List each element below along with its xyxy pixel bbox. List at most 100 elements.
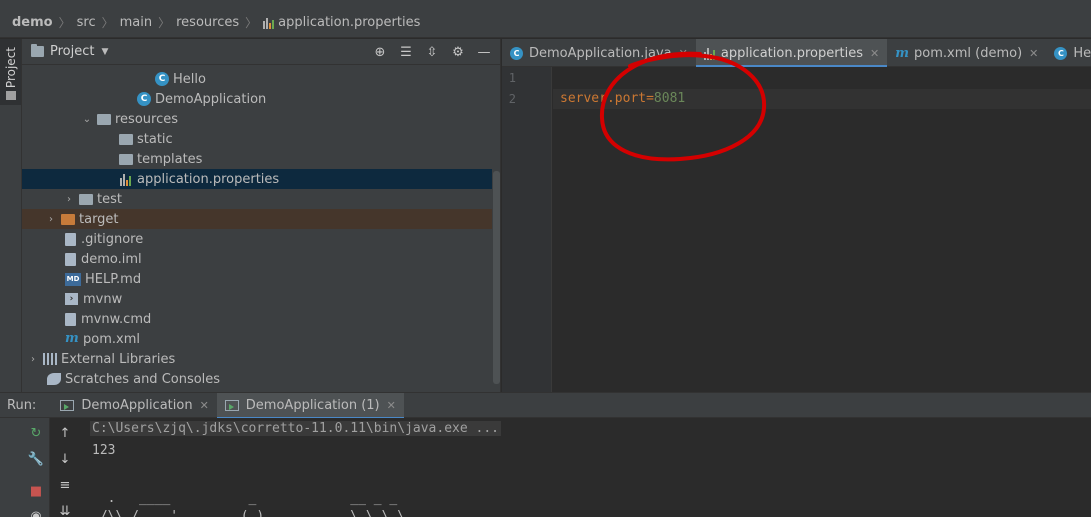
tree-item-label: application.properties <box>137 171 280 187</box>
tree-item-templates[interactable]: templates <box>22 149 492 169</box>
editor-tab-bar: C DemoApplication.java ✕ application.pro… <box>502 39 1091 68</box>
wrench-icon[interactable]: 🔧 <box>26 449 46 469</box>
tree-item-label: DemoApplication <box>155 91 267 107</box>
breadcrumb-item-resources[interactable]: resources <box>176 15 239 30</box>
tree-item-pom-xml[interactable]: m pom.xml <box>22 329 492 349</box>
tab-label: application.properties <box>720 45 864 61</box>
scroll-to-end-icon[interactable]: ⇊ <box>55 501 75 517</box>
run-tab-demoapplication[interactable]: DemoApplication ✕ <box>52 393 216 418</box>
property-value: 8081 <box>653 91 686 106</box>
console-output[interactable]: C:\Users\zjq\.jdks\corretto-11.0.11\bin\… <box>80 418 1091 517</box>
expand-all-icon[interactable]: ☰ <box>396 42 416 62</box>
gear-icon[interactable]: ⚙ <box>448 42 468 62</box>
tree-item-label: static <box>137 131 173 147</box>
gitignore-file-icon <box>65 232 76 246</box>
excluded-folder-icon <box>61 214 75 225</box>
folder-icon <box>119 134 133 145</box>
tree-item-label: demo.iml <box>81 251 142 267</box>
project-view-selector[interactable]: Project <box>50 44 94 59</box>
tab-pom-xml[interactable]: m pom.xml (demo) ✕ <box>887 39 1046 67</box>
tree-item-demo-iml[interactable]: demo.iml <box>22 249 492 269</box>
iml-file-icon <box>65 252 76 266</box>
tree-item-demoapplication[interactable]: C DemoApplication <box>22 89 492 109</box>
tree-item-label: HELP.md <box>85 271 142 287</box>
tree-item-external-libraries[interactable]: › External Libraries <box>22 349 492 369</box>
tree-item-mvnw-cmd[interactable]: mvnw.cmd <box>22 309 492 329</box>
java-class-icon: C <box>1054 46 1068 60</box>
breadcrumb-item-main[interactable]: main <box>120 15 152 30</box>
breadcrumb-item-demo[interactable]: demo <box>12 15 53 30</box>
shell-script-icon: › <box>65 293 78 305</box>
tree-item-application-properties[interactable]: application.properties <box>22 169 492 189</box>
tree-item-label: Hello <box>173 71 206 87</box>
project-panel-toolbar: ⊕ ☰ ⇳ ⚙ — <box>364 39 494 65</box>
cmd-file-icon <box>65 312 76 326</box>
close-icon[interactable]: ✕ <box>387 399 396 412</box>
close-icon[interactable]: ✕ <box>870 47 879 60</box>
breadcrumb-item-src[interactable]: src <box>77 15 96 30</box>
tree-scrollbar[interactable] <box>493 171 500 384</box>
locate-file-icon[interactable]: ⊕ <box>370 42 390 62</box>
tab-application-properties[interactable]: application.properties ✕ <box>695 39 888 68</box>
close-icon[interactable]: ✕ <box>1029 47 1038 60</box>
dropdown-caret-icon[interactable]: ▼ <box>101 47 108 57</box>
tree-item-hello[interactable]: C Hello <box>22 69 492 89</box>
folder-icon <box>31 44 44 57</box>
collapse-all-icon[interactable]: ⇳ <box>422 42 442 62</box>
hide-panel-icon[interactable]: — <box>474 42 494 62</box>
stop-icon[interactable]: ■ <box>26 481 46 501</box>
tree-item-label: test <box>97 191 122 207</box>
chevron-right-icon[interactable]: › <box>27 354 39 365</box>
tree-item-label: target <box>79 211 119 227</box>
tree-item-scratches[interactable]: Scratches and Consoles <box>22 369 492 389</box>
properties-file-icon <box>120 173 133 186</box>
tree-item-test[interactable]: › test <box>22 189 492 209</box>
run-tab-label: DemoApplication (1) <box>245 397 380 413</box>
editor-gutter: 1 2 <box>502 67 552 392</box>
project-panel-header: Project ▼ ⊕ ☰ ⇳ ⚙ — <box>22 39 500 65</box>
camera-icon[interactable]: ◉ <box>26 506 46 517</box>
chevron-right-icon: 〉 <box>58 16 71 30</box>
run-tab-demoapplication-1[interactable]: DemoApplication (1) ✕ <box>216 392 404 419</box>
tree-item-help-md[interactable]: MD HELP.md <box>22 269 492 289</box>
close-icon[interactable]: ✕ <box>679 47 688 60</box>
project-panel: Project ▼ ⊕ ☰ ⇳ ⚙ — C Hello C DemoApplic… <box>22 39 501 392</box>
line-number: 2 <box>508 92 516 106</box>
chevron-down-icon[interactable]: ⌄ <box>81 114 93 125</box>
tab-demoapplication-java[interactable]: C DemoApplication.java ✕ <box>502 39 696 67</box>
markdown-file-icon: MD <box>65 272 81 286</box>
title-bar <box>0 0 1091 8</box>
close-icon[interactable]: ✕ <box>200 399 209 412</box>
arrow-down-icon[interactable]: ↓ <box>55 449 75 469</box>
tree-item-label: mvnw.cmd <box>81 311 152 327</box>
breadcrumb-item-file[interactable]: application.properties <box>263 15 420 30</box>
tree-item-label: pom.xml <box>83 331 140 347</box>
chevron-right-icon: 〉 <box>101 16 114 30</box>
tab-hello-java[interactable]: C Hello.java <box>1046 39 1091 67</box>
maven-icon: m <box>65 331 79 346</box>
folder-icon <box>79 194 93 205</box>
properties-file-icon <box>263 16 275 29</box>
tree-item-gitignore[interactable]: .gitignore <box>22 229 492 249</box>
chevron-right-icon[interactable]: › <box>45 214 57 225</box>
project-tool-tab[interactable]: Project <box>0 39 21 105</box>
breadcrumb-file-label: application.properties <box>278 15 421 30</box>
tree-item-label: mvnw <box>83 291 123 307</box>
code-editor[interactable]: server.port=8081 <box>553 67 1091 392</box>
tree-item-label: Scratches and Consoles <box>65 371 221 387</box>
rerun-icon[interactable]: ↻ <box>26 423 46 443</box>
libraries-icon <box>43 353 57 365</box>
tree-item-mvnw[interactable]: › mvnw <box>22 289 492 309</box>
chevron-right-icon[interactable]: › <box>63 194 75 205</box>
tree-item-label: templates <box>137 151 203 167</box>
tab-label: Hello.java <box>1073 45 1091 61</box>
console-line: 123 <box>92 443 116 458</box>
tree-item-static[interactable]: static <box>22 129 492 149</box>
project-tree: C Hello C DemoApplication ⌄ resources st… <box>22 65 500 391</box>
tree-item-resources[interactable]: ⌄ resources <box>22 109 492 129</box>
run-config-icon <box>60 399 75 411</box>
soft-wrap-icon[interactable]: ≡ <box>55 475 75 495</box>
tree-item-target[interactable]: › target <box>22 209 492 229</box>
run-tool-bar: Run: DemoApplication ✕ DemoApplication (… <box>0 392 1091 419</box>
arrow-up-icon[interactable]: ↑ <box>55 423 75 443</box>
